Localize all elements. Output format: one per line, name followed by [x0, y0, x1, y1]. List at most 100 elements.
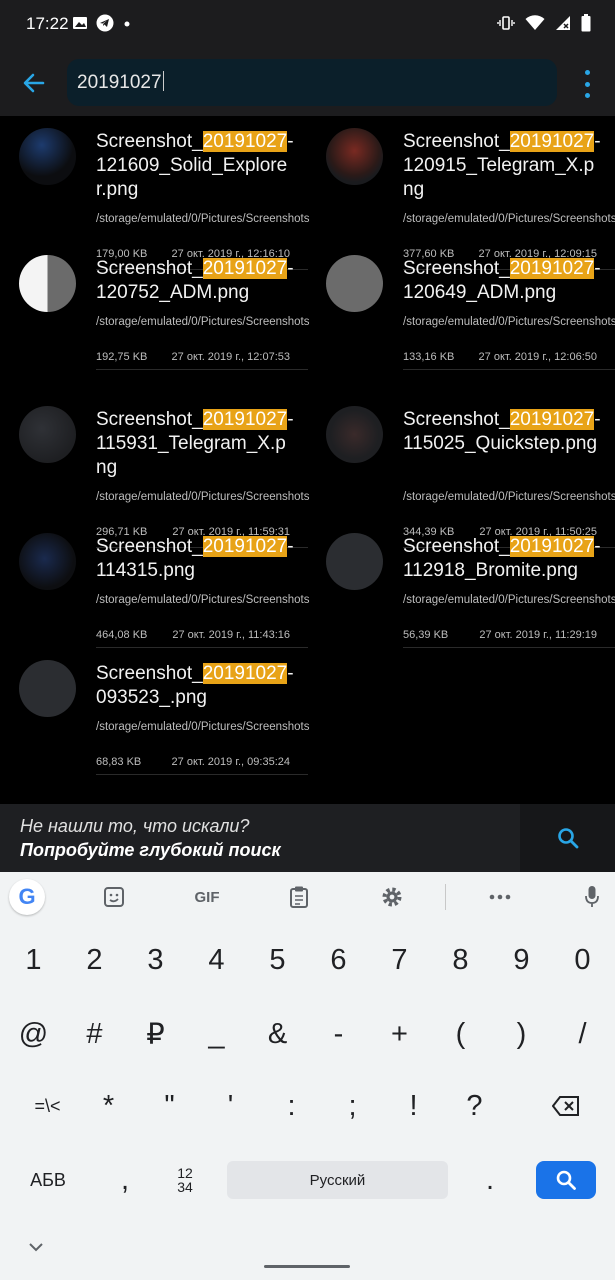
key[interactable]: -: [308, 1010, 369, 1058]
deep-search-banner[interactable]: Не нашли то, что искали? Попробуйте глуб…: [0, 804, 615, 872]
key[interactable]: 9: [491, 936, 552, 984]
keyboard-row-punct: =\< * " ':;!?: [0, 1074, 615, 1136]
key[interactable]: _: [186, 1010, 247, 1058]
file-name: Screenshot_20191027-120649_ADM.png: [403, 258, 601, 303]
gif-button[interactable]: GIF: [188, 882, 226, 912]
backspace-key[interactable]: [535, 1082, 597, 1130]
key[interactable]: 2: [64, 936, 125, 984]
text-caret: [162, 71, 164, 91]
row-divider: [96, 774, 308, 775]
more-horiz-icon: [489, 894, 511, 900]
deep-search-action[interactable]: Попробуйте глубокий поиск: [20, 840, 281, 861]
key[interactable]: :: [261, 1082, 322, 1130]
result-item[interactable]: Screenshot_20191027-093523_.png/storage/…: [0, 648, 310, 775]
file-name: Screenshot_20191027-121609_Solid_Explore…: [96, 131, 294, 200]
comma-key[interactable]: ,: [100, 1156, 150, 1204]
period-key[interactable]: .: [465, 1156, 515, 1204]
key[interactable]: 3: [125, 936, 186, 984]
clipboard-icon: [290, 886, 308, 908]
chevron-down-icon[interactable]: [28, 1242, 44, 1252]
search-input[interactable]: 20191027: [77, 72, 162, 93]
key[interactable]: (: [430, 1010, 491, 1058]
signal-icon: [556, 16, 570, 30]
key[interactable]: 1: [3, 936, 64, 984]
key[interactable]: #: [64, 1010, 125, 1058]
more-options-button[interactable]: [579, 70, 595, 98]
key[interactable]: =\<: [17, 1082, 78, 1130]
file-date: 27 окт. 2019 г., 09:35:24: [171, 756, 290, 768]
result-item[interactable]: Screenshot_20191027-120649_ADM.png/stora…: [307, 243, 615, 370]
file-thumbnail: [326, 406, 383, 463]
space-key[interactable]: Русский: [227, 1161, 448, 1199]
gear-icon: [382, 887, 402, 907]
home-gesture-bar[interactable]: [264, 1265, 350, 1268]
clipboard-button[interactable]: [282, 882, 316, 912]
file-date: 27 окт. 2019 г., 12:06:50: [478, 351, 597, 363]
file-size: 56,39 KB: [403, 629, 449, 641]
arrow-back-icon: [23, 73, 45, 93]
deep-search-button[interactable]: [520, 804, 615, 872]
file-date: 27 окт. 2019 г., 11:43:16: [172, 629, 290, 641]
keyboard-row-bottom: АБВ , 12 34 Русский .: [0, 1148, 615, 1210]
search-match-highlight: 20191027: [509, 131, 595, 152]
key[interactable]: ₽: [125, 1010, 186, 1058]
voice-input-button[interactable]: [575, 882, 609, 912]
file-name: Screenshot_20191027-114315.png: [96, 536, 294, 581]
file-path: /storage/emulated/0/Pictures/Screenshots: [96, 491, 310, 503]
battery-icon: [581, 14, 591, 32]
sticker-button[interactable]: [97, 882, 131, 912]
key[interactable]: ": [139, 1082, 200, 1130]
file-thumbnail: [326, 128, 383, 185]
google-icon[interactable]: G: [9, 879, 45, 915]
row-divider: [403, 647, 615, 648]
key[interactable]: 0: [552, 936, 613, 984]
key[interactable]: 7: [369, 936, 430, 984]
file-path: /storage/emulated/0/Pictures/Screenshots: [96, 316, 310, 328]
key[interactable]: 4: [186, 936, 247, 984]
key[interactable]: 6: [308, 936, 369, 984]
key[interactable]: /: [552, 1010, 613, 1058]
search-enter-key[interactable]: [536, 1161, 596, 1199]
search-match-highlight: 20191027: [202, 536, 288, 557]
key[interactable]: !: [383, 1082, 444, 1130]
file-thumbnail: [19, 406, 76, 463]
key[interactable]: +: [369, 1010, 430, 1058]
key[interactable]: ;: [322, 1082, 383, 1130]
back-button[interactable]: [18, 67, 50, 99]
file-thumbnail: [19, 660, 76, 717]
key[interactable]: *: [78, 1082, 139, 1130]
result-item[interactable]: Screenshot_20191027-120752_ADM.png/stora…: [0, 243, 310, 370]
result-item[interactable]: Screenshot_20191027-114315.png/storage/e…: [0, 521, 310, 648]
key[interactable]: ?: [444, 1082, 505, 1130]
file-thumbnail: [19, 255, 76, 312]
file-meta: 133,16 KB 27 окт. 2019 г., 12:06:50: [403, 351, 597, 363]
keyboard-row-digits: 1234567890: [0, 928, 615, 990]
vibrate-icon: [497, 16, 515, 30]
file-date: 27 окт. 2019 г., 11:29:19: [479, 629, 597, 641]
toolbar-divider: [445, 884, 446, 910]
key[interactable]: 8: [430, 936, 491, 984]
key[interactable]: ': [200, 1082, 261, 1130]
result-item[interactable]: Screenshot_20191027-112918_Bromite.png/s…: [307, 521, 615, 648]
file-name: Screenshot_20191027-115025_Quickstep.png: [403, 409, 601, 454]
file-name: Screenshot_20191027-120915_Telegram_X.pn…: [403, 131, 601, 200]
file-meta: 464,08 KB 27 окт. 2019 г., 11:43:16: [96, 629, 290, 641]
search-field[interactable]: 20191027: [67, 59, 557, 106]
file-meta: 192,75 KB 27 окт. 2019 г., 12:07:53: [96, 351, 290, 363]
alphabet-key[interactable]: АБВ: [16, 1156, 80, 1204]
search-match-highlight: 20191027: [202, 663, 288, 684]
wifi-icon: [525, 15, 545, 30]
key[interactable]: @: [3, 1010, 64, 1058]
file-path: /storage/emulated/0/Pictures/Screenshots: [403, 491, 615, 503]
key[interactable]: 5: [247, 936, 308, 984]
key[interactable]: &: [247, 1010, 308, 1058]
settings-button[interactable]: [375, 882, 409, 912]
navigation-bar: [0, 1224, 615, 1280]
file-size: 68,83 KB: [96, 756, 142, 768]
file-path: /storage/emulated/0/Pictures/Screenshots: [403, 594, 615, 606]
more-button[interactable]: [483, 882, 517, 912]
key[interactable]: ): [491, 1010, 552, 1058]
numpad-key[interactable]: 12 34: [160, 1156, 210, 1204]
file-meta: 56,39 KB 27 окт. 2019 г., 11:29:19: [403, 629, 597, 641]
file-thumbnail: [326, 533, 383, 590]
